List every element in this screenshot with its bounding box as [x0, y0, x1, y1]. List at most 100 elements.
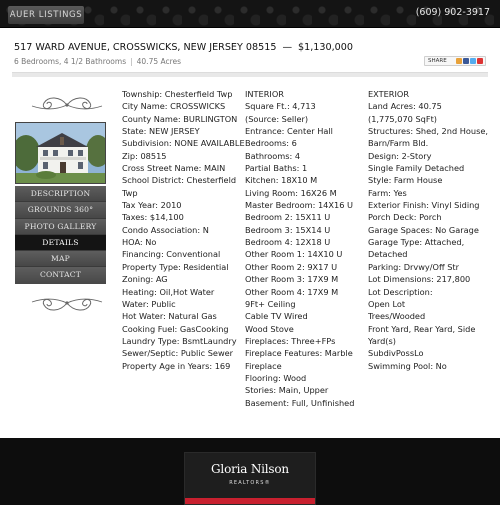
detail-row: INTERIOR: [245, 89, 284, 99]
detail-row: Lot Description:: [368, 286, 433, 297]
detail-row: Exterior Finish: Vinyl Siding: [368, 200, 480, 211]
detail-row: Fireplace Features: Marble: [245, 348, 353, 359]
detail-row: Kitchen: 18X10 M: [245, 175, 318, 186]
detail-row: County Name: BURLINGTON: [122, 113, 238, 124]
listing-price: $1,130,000: [298, 42, 353, 53]
detail-row: Wood Stove: [245, 323, 294, 334]
nav-photo-gallery[interactable]: PHOTO GALLERY: [15, 218, 106, 235]
brand-stripe: [185, 498, 315, 504]
nav-description[interactable]: DESCRIPTION: [15, 186, 106, 203]
detail-row: Trees/Wooded: [368, 311, 426, 322]
house-image: [16, 123, 105, 183]
detail-row: Swimming Pool: No: [368, 360, 447, 371]
detail-row: Bedroom 2: 15X11 U: [245, 212, 331, 223]
title-divider: [12, 72, 488, 77]
detail-row: Other Room 1: 14X10 U: [245, 249, 343, 260]
detail-row: Bedroom 3: 15X14 U: [245, 224, 331, 235]
nav-contact[interactable]: CONTACT: [15, 267, 106, 284]
share-label: SHARE: [428, 58, 447, 64]
detail-row: Garage Spaces: No Garage: [368, 224, 479, 235]
detail-row: Design: 2-Story: [368, 150, 432, 161]
detail-row: School District: Chesterfield: [122, 175, 237, 186]
detail-row: Fireplace: [245, 360, 282, 371]
detail-row: Hot Water: Natural Gas: [122, 311, 217, 322]
detail-row: Barn/Farm Bld.: [368, 138, 429, 149]
detail-row: Bedroom 4: 12X18 U: [245, 237, 331, 248]
detail-row: Taxes: $14,100: [122, 212, 184, 223]
detail-row: Other Room 4: 17X9 M: [245, 286, 339, 297]
detail-row: Basement: Full, Unfinished: [245, 397, 355, 408]
nav-map[interactable]: MAP: [15, 251, 106, 268]
detail-row: Laundry Type: BsmtLaundry: [122, 335, 237, 346]
detail-row: Stories: Main, Upper: [245, 385, 329, 396]
detail-row: (1,775,070 SqFt): [368, 113, 437, 124]
details-general-column: Township: Chesterfield Twp City Name: CRO…: [122, 88, 245, 372]
share-button[interactable]: SHARE: [424, 56, 486, 66]
detail-row: 9Ft+ Ceiling: [245, 298, 296, 309]
title-dash: —: [282, 42, 293, 53]
detail-row: Entrance: Center Hall: [245, 126, 333, 137]
side-nav: DESCRIPTION GROUNDS 360° PHOTO GALLERY D…: [15, 186, 106, 284]
detail-row: Living Room: 16X26 M: [245, 187, 337, 198]
nav-grounds-360[interactable]: GROUNDS 360°: [15, 202, 106, 219]
detail-row: Subdivision: NONE AVAILABLE: [122, 138, 245, 149]
detail-row: Condo Association: N: [122, 224, 209, 235]
detail-row: Bathrooms: 4: [245, 150, 301, 161]
detail-row: Yard(s): [368, 335, 396, 346]
detail-row: Other Room 3: 17X9 M: [245, 274, 339, 285]
detail-row: Style: Farm House: [368, 175, 443, 186]
detail-row: Other Room 2: 9X17 U: [245, 261, 338, 272]
detail-row: Open Lot: [368, 298, 406, 309]
details-exterior-column: EXTERIOR Land Acres: 40.75 (1,775,070 SqFt…: [368, 88, 492, 372]
detail-row: Cooking Fuel: GasCooking: [122, 323, 229, 334]
detail-row: Cable TV Wired: [245, 311, 308, 322]
nav-details[interactable]: DETAILS: [15, 234, 106, 252]
detail-row: Garage Type: Attached,: [368, 237, 465, 248]
detail-row: (Source: Seller): [245, 113, 309, 124]
detail-row: Property Type: Residential: [122, 261, 229, 272]
detail-row: Township: Chesterfield Twp: [122, 89, 233, 99]
ornament-flourish-bottom-icon: [31, 298, 103, 311]
detail-row: Front Yard, Rear Yard, Side: [368, 323, 476, 334]
brand-subtitle: REALTORS®: [229, 480, 271, 486]
detail-row: City Name: CROSSWICKS: [122, 101, 226, 112]
detail-row: State: NEW JERSEY: [122, 126, 200, 137]
detail-row: HOA: No: [122, 237, 157, 248]
detail-row: Zip: 08515: [122, 150, 167, 161]
detail-row: Flooring: Wood: [245, 372, 307, 383]
house-photo[interactable]: [15, 122, 106, 184]
detail-row: Master Bedroom: 14X16 U: [245, 200, 353, 211]
detail-row: SubdivPossLo: [368, 348, 424, 359]
ornament-flourish-icon: [31, 97, 103, 110]
detail-row: Zoning: AG: [122, 274, 168, 285]
detail-row: Sewer/Septic: Public Sewer: [122, 348, 234, 359]
listing-summary: 6 Bedrooms, 4 1/2 Bathrooms | 40.75 Acres: [14, 57, 181, 66]
top-bar: AUER LISTINGS (609) 902-3917: [0, 0, 500, 28]
detail-row: Square Ft.: 4,713: [245, 101, 316, 112]
detail-row: Tax Year: 2010: [122, 200, 182, 211]
detail-row: Fireplaces: Three+FPs: [245, 335, 336, 346]
detail-row: Financing: Conventional: [122, 249, 221, 260]
detail-row: Lot Dimensions: 217,800: [368, 274, 471, 285]
detail-row: Cross Street Name: MAIN: [122, 163, 226, 174]
details-interior-column: INTERIOR Square Ft.: 4,713 (Source: Seller…: [245, 88, 363, 409]
site-logo[interactable]: AUER LISTINGS: [8, 6, 84, 24]
detail-row: Detached: [368, 249, 408, 260]
detail-row: Porch Deck: Porch: [368, 212, 442, 223]
detail-row: Property Age in Years: 169: [122, 360, 231, 371]
detail-row: Bedrooms: 6: [245, 138, 297, 149]
summary-separator: |: [130, 57, 133, 66]
detail-row: Structures: Shed, 2nd House,: [368, 126, 488, 137]
listing-address: 517 WARD AVENUE, CROSSWICKS, NEW JERSEY …: [14, 42, 277, 53]
share-icons: [455, 58, 483, 65]
phone-number: (609) 902-3917: [415, 7, 490, 18]
brand-logo[interactable]: Gloria Nilson REALTORS®: [184, 452, 316, 505]
listing-title: 517 WARD AVENUE, CROSSWICKS, NEW JERSEY …: [14, 42, 353, 53]
detail-row: Partial Baths: 1: [245, 163, 308, 174]
detail-row: EXTERIOR: [368, 89, 410, 99]
footer: Gloria Nilson REALTORS®: [0, 438, 500, 505]
acreage: 40.75 Acres: [136, 57, 182, 66]
detail-row: Parking: Drvwy/Off Str: [368, 261, 459, 272]
detail-row: Single Family Detached: [368, 163, 465, 174]
detail-row: Land Acres: 40.75: [368, 101, 442, 112]
